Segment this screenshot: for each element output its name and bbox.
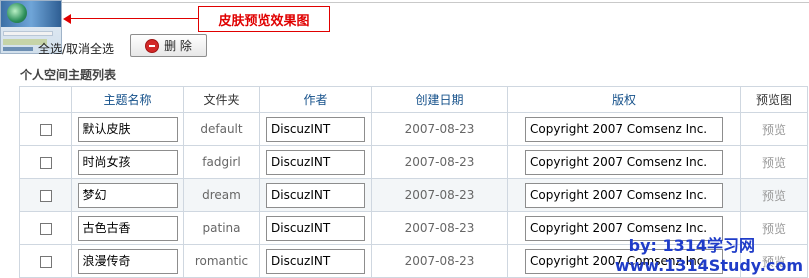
- copyright-input[interactable]: Copyright 2007 Comsenz Inc.: [525, 248, 723, 274]
- preview-link[interactable]: 预览: [762, 255, 786, 269]
- preview-callout-label: 皮肤预览效果图: [198, 6, 330, 32]
- author-input[interactable]: DiscuzINT: [266, 248, 365, 274]
- table-row: 古色古香 patina DiscuzINT 2007-08-23 Copyrig…: [19, 211, 808, 245]
- table-row: 浪漫传奇 romantic DiscuzINT 2007-08-23 Copyr…: [19, 244, 808, 278]
- preview-link[interactable]: 预览: [762, 222, 786, 236]
- folder-cell: patina: [183, 211, 260, 245]
- section-title: 个人空间主题列表: [20, 68, 117, 82]
- preview-link[interactable]: 预览: [762, 189, 786, 203]
- themes-table: 主题名称 文件夹 作者 创建日期 版权 预览图 默认皮肤 default Dis…: [19, 86, 808, 278]
- callout-arrow: [68, 18, 198, 19]
- table-header-row: 主题名称 文件夹 作者 创建日期 版权 预览图: [19, 86, 808, 113]
- copyright-input[interactable]: Copyright 2007 Comsenz Inc.: [525, 215, 723, 241]
- row-checkbox[interactable]: [39, 189, 52, 202]
- copyright-input[interactable]: Copyright 2007 Comsenz Inc.: [525, 182, 723, 208]
- created-date-cell: 2007-08-23: [371, 112, 508, 146]
- theme-name-input[interactable]: 浪漫传奇: [77, 248, 178, 274]
- created-date-cell: 2007-08-23: [371, 244, 508, 278]
- row-checkbox[interactable]: [39, 156, 52, 169]
- header-created-date: 创建日期: [371, 86, 508, 113]
- row-checkbox[interactable]: [39, 222, 52, 235]
- row-checkbox[interactable]: [39, 123, 52, 136]
- delete-icon: [145, 38, 160, 53]
- row-checkbox[interactable]: [39, 255, 52, 268]
- table-row: 时尚女孩 fadgirl DiscuzINT 2007-08-23 Copyri…: [19, 145, 808, 179]
- header-copyright: 版权: [507, 86, 741, 113]
- theme-name-input[interactable]: 时尚女孩: [77, 149, 178, 175]
- header-preview: 预览图: [740, 86, 808, 113]
- arrow-left-icon: [63, 14, 71, 24]
- author-input[interactable]: DiscuzINT: [266, 182, 365, 208]
- preview-link[interactable]: 预览: [762, 123, 786, 137]
- table-row: 梦幻 dream DiscuzINT 2007-08-23 Copyright …: [19, 178, 808, 212]
- copyright-input[interactable]: Copyright 2007 Comsenz Inc.: [525, 116, 723, 142]
- theme-name-input[interactable]: 默认皮肤: [77, 116, 178, 142]
- select-all-toggle[interactable]: 全选/取消全选: [38, 40, 114, 57]
- top-divider: [62, 2, 809, 3]
- author-input[interactable]: DiscuzINT: [266, 215, 365, 241]
- folder-cell: romantic: [183, 244, 260, 278]
- table-row: 默认皮肤 default DiscuzINT 2007-08-23 Copyri…: [19, 112, 808, 146]
- header-select: [19, 86, 72, 113]
- folder-cell: default: [183, 112, 260, 146]
- created-date-cell: 2007-08-23: [371, 178, 508, 212]
- globe-icon: [7, 3, 27, 23]
- author-input[interactable]: DiscuzINT: [266, 116, 365, 142]
- header-theme-name: 主题名称: [71, 86, 184, 113]
- preview-link[interactable]: 预览: [762, 156, 786, 170]
- theme-name-input[interactable]: 梦幻: [77, 182, 178, 208]
- folder-cell: dream: [183, 178, 260, 212]
- created-date-cell: 2007-08-23: [371, 211, 508, 245]
- header-author: 作者: [259, 86, 372, 113]
- delete-button[interactable]: 删 除: [130, 34, 207, 57]
- created-date-cell: 2007-08-23: [371, 145, 508, 179]
- author-input[interactable]: DiscuzINT: [266, 149, 365, 175]
- copyright-input[interactable]: Copyright 2007 Comsenz Inc.: [525, 149, 723, 175]
- delete-button-label: 删 除: [164, 39, 192, 53]
- header-folder: 文件夹: [183, 86, 260, 113]
- folder-cell: fadgirl: [183, 145, 260, 179]
- theme-name-input[interactable]: 古色古香: [77, 215, 178, 241]
